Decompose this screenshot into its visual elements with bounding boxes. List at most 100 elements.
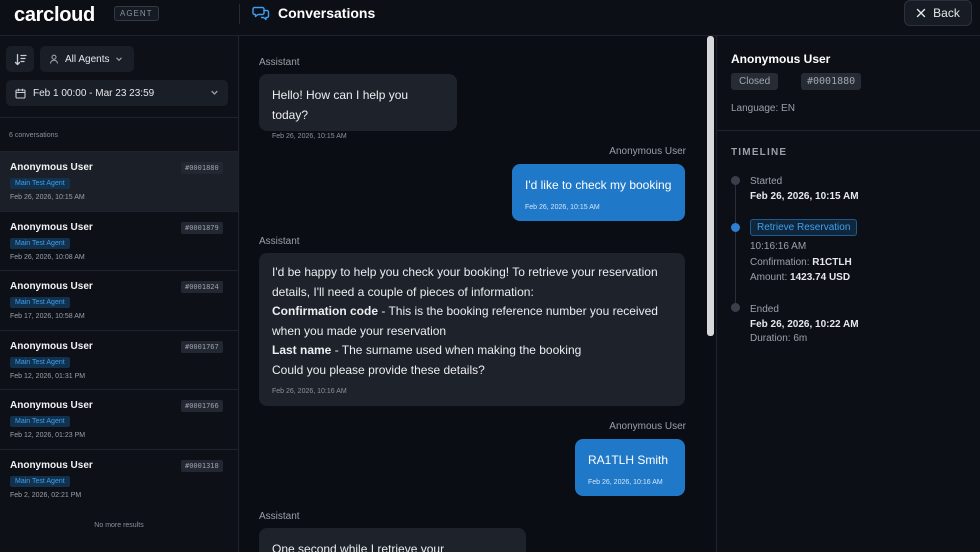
page-title: Conversations — [278, 5, 376, 21]
detail-divider — [717, 130, 980, 131]
calendar-icon — [15, 88, 26, 99]
timeline-started-label: Started — [750, 176, 783, 187]
close-icon — [916, 8, 926, 18]
conversation-id: #0001880 — [181, 162, 223, 174]
message-text: Hello! How can I help you today? — [272, 88, 409, 122]
user-icon — [49, 54, 59, 64]
conversation-date: Feb 2, 2026, 02:21 PM — [10, 491, 82, 499]
timeline-ended-time: Feb 26, 2026, 10:22 AM — [750, 319, 859, 330]
status-badge: Closed — [731, 73, 779, 90]
agent-badge: AGENT — [114, 6, 159, 21]
conversation-date: Feb 12, 2026, 01:31 PM — [10, 372, 86, 380]
conversation-user-name: Anonymous User — [10, 400, 93, 411]
timeline-dot — [731, 303, 740, 312]
conversation-id: #0001766 — [181, 400, 223, 412]
tool-confirmation: Confirmation: R1CTLH — [750, 257, 852, 268]
conversation-user-name: Anonymous User — [10, 459, 93, 471]
chevron-down-icon — [211, 90, 218, 95]
tool-call-badge[interactable]: Retrieve Reservation — [750, 219, 858, 236]
sort-icon — [14, 53, 27, 65]
conversation-id: #0001767 — [181, 340, 223, 353]
conversation-user-name: Anonymous User — [10, 221, 93, 233]
conversation-list-item[interactable]: Anonymous User #0001318 Main Test Agent … — [0, 448, 238, 509]
timeline-dot — [731, 176, 740, 185]
conversation-id: #0001824 — [181, 281, 223, 293]
conversation-id-badge: #0001880 — [801, 73, 862, 90]
amount-label: Amount: — [750, 272, 788, 283]
chevron-down-icon — [116, 57, 123, 62]
assistant-message: One second while I retrieve your reserva… — [259, 528, 526, 552]
assistant-label: Assistant — [259, 57, 300, 68]
message-bold-term: Confirmation code — [272, 304, 379, 318]
conversation-date: Feb 26, 2026, 10:15 AM — [10, 194, 85, 201]
conversation-user-name: Anonymous User — [10, 281, 93, 292]
message-timestamp: Feb 26, 2026, 10:16 AM — [272, 388, 347, 395]
chat-scrollbar-thumb[interactable] — [707, 36, 714, 336]
user-message: RA1TLH Smith Feb 26, 2026, 10:16 AM — [575, 439, 685, 496]
message-line: I'd be happy to help you check your book… — [272, 265, 658, 279]
message-line-rest: - This is the booking reference number y… — [378, 304, 658, 318]
amount-value: 1423.74 USD — [790, 272, 851, 283]
agent-tag: Main Test Agent — [10, 237, 70, 249]
tool-call-time: 10:16:16 AM — [750, 241, 807, 252]
user-message: I'd like to check my booking Feb 26, 202… — [512, 164, 685, 221]
conversation-date: Feb 26, 2026, 10:08 AM — [10, 253, 85, 261]
message-text: One second while I retrieve your reserva… — [272, 542, 445, 552]
conversation-id: #0001318 — [181, 459, 223, 472]
conversation-list-item[interactable]: Anonymous User #0001879 Main Test Agent … — [0, 210, 238, 271]
agents-filter-dropdown[interactable]: All Agents — [40, 46, 134, 72]
conversation-list-item[interactable]: Anonymous User #0001767 Main Test Agent … — [0, 329, 238, 390]
sort-button[interactable] — [6, 46, 34, 72]
message-timestamp: Feb 26, 2026, 10:15 AM — [525, 203, 600, 211]
tool-amount: Amount: 1423.74 USD — [750, 272, 850, 283]
conversations-icon — [252, 6, 270, 21]
assistant-message: Hello! How can I help you today? Feb 26,… — [259, 74, 457, 140]
conversation-date: Feb 12, 2026, 01:23 PM — [10, 432, 86, 439]
message-text: I'd be happy to help you check your book… — [272, 263, 672, 380]
user-label: Anonymous User — [609, 146, 686, 157]
carcloud-logo[interactable]: carcloud — [14, 4, 95, 27]
conversation-list-item[interactable]: Anonymous User #0001824 Main Test Agent … — [0, 270, 238, 330]
conversation-list-item[interactable]: Anonymous User #0001766 Main Test Agent … — [0, 389, 238, 449]
confirmation-label: Confirmation: — [750, 257, 810, 268]
app-header: carcloud AGENT Conversations Back — [0, 0, 980, 36]
message-timestamp: Feb 26, 2026, 10:16 AM — [588, 478, 663, 486]
header-divider — [239, 4, 240, 24]
date-range-label: Feb 1 00:00 - Mar 23 23:59 — [33, 87, 155, 99]
conversation-sidebar: All Agents Feb 1 00:00 - Mar 23 23:59 6 … — [0, 36, 239, 552]
agent-tag: Main Test Agent — [10, 356, 70, 368]
assistant-label: Assistant — [259, 236, 300, 247]
confirmation-value: R1CTLH — [812, 257, 852, 268]
date-range-picker[interactable]: Feb 1 00:00 - Mar 23 23:59 — [6, 80, 228, 106]
conversation-list-item[interactable]: Anonymous User #0001880 Main Test Agent … — [0, 151, 238, 211]
agents-filter-label: All Agents — [65, 53, 110, 65]
language-label: Language: EN — [731, 103, 795, 114]
agent-tag: Main Test Agent — [10, 178, 70, 189]
conversation-user-name: Anonymous User — [10, 340, 93, 352]
sidebar-divider — [0, 117, 238, 118]
message-line: when you made your reservation — [272, 323, 447, 338]
message-text: RA1TLH Smith — [588, 453, 669, 467]
timeline-title: TIMELINE — [731, 147, 788, 158]
conversation-id: #0001879 — [181, 221, 223, 234]
agent-tag: Main Test Agent — [10, 416, 70, 427]
chat-transcript[interactable]: Assistant Hello! How can I help you toda… — [240, 36, 705, 552]
user-label: Anonymous User — [609, 421, 686, 432]
no-more-results: No more results — [94, 522, 144, 529]
message-line: Confirmation code - This is the booking … — [272, 302, 672, 322]
agent-tag: Main Test Agent — [10, 297, 70, 308]
back-button[interactable]: Back — [904, 0, 972, 26]
conversation-user-name: Anonymous User — [10, 162, 93, 173]
agent-tag: Main Test Agent — [10, 475, 70, 487]
conversation-date: Feb 17, 2026, 10:58 AM — [10, 313, 85, 320]
message-timestamp: Feb 26, 2026, 10:15 AM — [272, 133, 347, 140]
back-button-label: Back — [933, 6, 960, 20]
timeline-duration: Duration: 6m — [750, 333, 808, 344]
timeline-line — [735, 181, 736, 309]
assistant-message: I'd be happy to help you check your book… — [259, 253, 685, 406]
message-bold-term: Last name — [272, 343, 332, 357]
assistant-label: Assistant — [259, 511, 300, 522]
timeline-ended-label: Ended — [750, 304, 779, 315]
message-line-rest: - The surname used when making the booki… — [331, 343, 582, 357]
message-line: Last name - The surname used when making… — [272, 341, 672, 361]
